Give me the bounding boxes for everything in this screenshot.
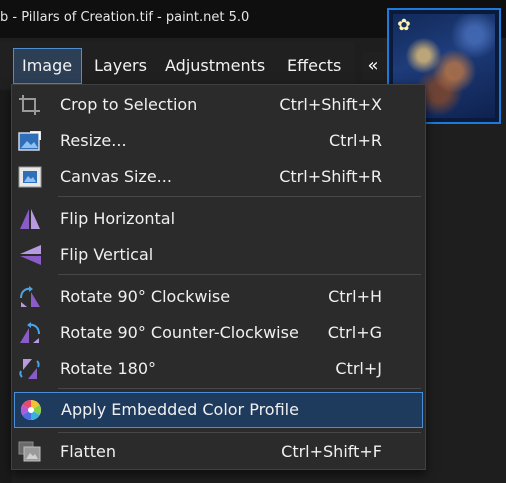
menu-separator <box>58 432 421 433</box>
window-title: b - Pillars of Creation.tif - paint.net … <box>0 10 250 25</box>
rotate-clockwise-icon <box>20 286 40 307</box>
collapse-menu-button[interactable]: « <box>362 52 384 80</box>
menu-item-label: Flip Vertical <box>60 245 154 264</box>
menu-item-shortcut: Ctrl+Shift+F <box>281 442 382 461</box>
menu-item-label: Rotate 90° Counter-Clockwise <box>60 323 299 342</box>
resize-icon <box>18 131 41 151</box>
menu-item-shortcut: Ctrl+H <box>328 287 382 306</box>
rotate-180-icon <box>19 359 40 379</box>
image-menu-dropdown: Crop to Selection Ctrl+Shift+X Resize...… <box>11 84 426 470</box>
flip-horizontal-icon <box>20 209 40 229</box>
flip-vertical-icon <box>20 245 41 265</box>
color-profile-icon <box>20 399 42 421</box>
menu-item-label: Rotate 180° <box>60 359 157 378</box>
menu-item-label: Resize... <box>60 131 127 150</box>
canvas-size-icon <box>18 166 42 188</box>
menu-image[interactable]: Image <box>13 48 82 84</box>
menu-item-flip-vertical[interactable]: Flip Vertical <box>12 237 425 273</box>
menu-item-label: Flip Horizontal <box>60 209 176 228</box>
menu-item-label: Flatten <box>60 442 116 461</box>
menu-item-flatten[interactable]: Flatten Ctrl+Shift+F <box>12 434 425 470</box>
menu-item-shortcut: Ctrl+Shift+X <box>279 95 382 114</box>
menu-item-shortcut: Ctrl+Shift+R <box>279 167 382 186</box>
menu-bar: Image Layers Adjustments Effects <box>0 42 355 90</box>
menu-effects[interactable]: Effects <box>279 48 349 84</box>
menu-separator <box>58 274 421 275</box>
menu-item-apply-embedded-color-profile[interactable]: Apply Embedded Color Profile <box>14 392 423 428</box>
menu-item-shortcut: Ctrl+J <box>335 359 382 378</box>
menu-item-shortcut: Ctrl+R <box>329 131 382 150</box>
menu-item-label: Crop to Selection <box>60 95 198 114</box>
menu-item-label: Rotate 90° Clockwise <box>60 287 231 306</box>
menu-item-resize[interactable]: Resize... Ctrl+R <box>12 123 425 159</box>
menu-item-rotate-90-clockwise[interactable]: Rotate 90° Clockwise Ctrl+H <box>12 279 425 315</box>
menu-adjustments[interactable]: Adjustments <box>157 48 273 84</box>
flower-icon: ✿ <box>397 15 411 34</box>
flatten-icon <box>18 441 41 462</box>
menu-item-label: Apply Embedded Color Profile <box>61 400 299 419</box>
rotate-counter-clockwise-icon <box>20 322 40 343</box>
menu-item-canvas-size[interactable]: Canvas Size... Ctrl+Shift+R <box>12 159 425 195</box>
menu-layers[interactable]: Layers <box>86 48 155 84</box>
menu-item-flip-horizontal[interactable]: Flip Horizontal <box>12 201 425 237</box>
menu-item-label: Canvas Size... <box>60 167 172 186</box>
menu-separator <box>58 196 421 197</box>
crop-icon <box>19 95 40 115</box>
menu-item-shortcut: Ctrl+G <box>327 323 382 342</box>
menu-separator <box>58 388 421 389</box>
menu-item-rotate-90-counter-clockwise[interactable]: Rotate 90° Counter-Clockwise Ctrl+G <box>12 315 425 351</box>
menu-item-crop-to-selection[interactable]: Crop to Selection Ctrl+Shift+X <box>12 87 425 123</box>
menu-item-rotate-180[interactable]: Rotate 180° Ctrl+J <box>12 351 425 387</box>
